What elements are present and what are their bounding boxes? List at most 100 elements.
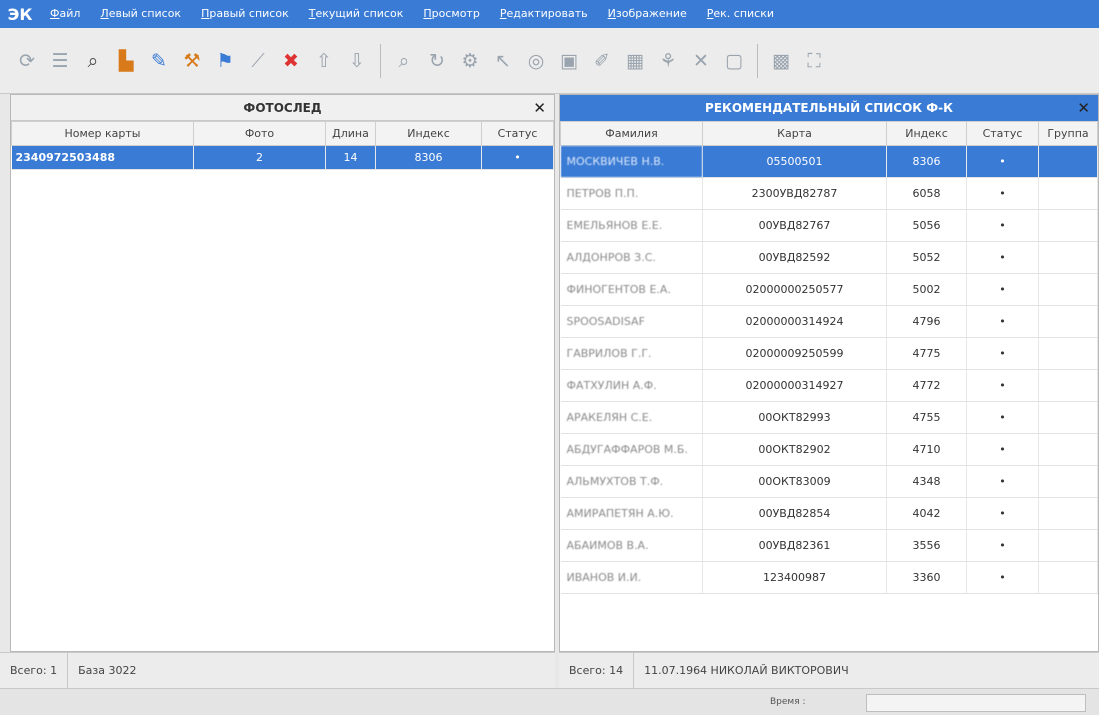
hammer-icon[interactable]: ⚒ xyxy=(177,46,207,76)
group-cell xyxy=(1038,177,1098,210)
table-row[interactable]: АЛДОНРОВ З.С. 00УВД82592 5052 • xyxy=(560,241,1098,274)
table-row[interactable]: АБДУГАФФАРОВ М.Б. 00ОКТ82902 4710 • xyxy=(560,433,1098,466)
card-cell: 00ОКТ82993 xyxy=(702,401,887,434)
table-row[interactable]: АРАКЕЛЯН С.Е. 00ОКТ82993 4755 • xyxy=(560,401,1098,434)
table-row[interactable]: 2340972503488 2 14 8306 • xyxy=(11,145,554,170)
menu-item-4[interactable]: Просмотр xyxy=(413,0,489,28)
index-cell: 5002 xyxy=(886,273,967,306)
index-cell: 5052 xyxy=(886,241,967,274)
card-cell: 00ОКТ82902 xyxy=(702,433,887,466)
table-row[interactable]: ФИНОГЕНТОВ Е.А. 02000000250577 5002 • xyxy=(560,273,1098,306)
cross-icon[interactable]: ✕ xyxy=(686,46,716,76)
table-row[interactable]: ФАТХУЛИН А.Ф. 02000000314927 4772 • xyxy=(560,369,1098,402)
group-cell xyxy=(1038,401,1098,434)
arrow-up-icon[interactable]: ⇧ xyxy=(309,46,339,76)
photo-trace-table: Номер карты Фото Длина Индекс Статус 2340972… xyxy=(11,121,554,170)
table-row[interactable]: ГАВРИЛОВ Г.Г. 02000009250599 4775 • xyxy=(560,337,1098,370)
expand-icon[interactable]: ⛶ xyxy=(799,46,829,76)
image-icon[interactable]: ▣ xyxy=(554,46,584,76)
index-cell: 4710 xyxy=(886,433,967,466)
table-row[interactable]: МОСКВИЧЕВ Н.В. 05500501 8306 • xyxy=(560,145,1098,178)
chart-icon[interactable]: ▙ xyxy=(111,46,141,76)
flag-icon[interactable]: ⚑ xyxy=(210,46,240,76)
index-cell: 6058 xyxy=(886,177,967,210)
menu-item-7[interactable]: Рек. списки xyxy=(697,0,784,28)
table-cell: 2 xyxy=(193,145,326,170)
status-cell: • xyxy=(966,561,1039,594)
grid-icon[interactable]: ▦ xyxy=(620,46,650,76)
menu-item-0[interactable]: Файл xyxy=(40,0,90,28)
delete-icon[interactable]: ✖ xyxy=(276,46,306,76)
tree-icon[interactable]: ⚘ xyxy=(653,46,683,76)
status-cell: • xyxy=(966,433,1039,466)
pattern-icon[interactable]: ▩ xyxy=(766,46,796,76)
card-cell: 02000009250599 xyxy=(702,337,887,370)
menu-item-6[interactable]: Изображение xyxy=(598,0,697,28)
surname-cell: АЛДОНРОВ З.С. xyxy=(560,241,703,274)
column-header[interactable]: Карта xyxy=(702,121,887,146)
status-cell: • xyxy=(966,529,1039,562)
close-icon[interactable]: ✕ xyxy=(533,95,546,121)
panel-title-right: РЕКОМЕНДАТЕЛЬНЫЙ СПИСОК Ф-К ✕ xyxy=(560,95,1098,121)
status-cell: • xyxy=(966,145,1039,178)
index-cell: 4796 xyxy=(886,305,967,338)
rotate-icon[interactable]: ↻ xyxy=(422,46,452,76)
surname-cell: ГАВРИЛОВ Г.Г. xyxy=(560,337,703,370)
table-cell: 8306 xyxy=(375,145,482,170)
refresh-icon[interactable]: ⟳ xyxy=(12,46,42,76)
column-header[interactable]: Статус xyxy=(966,121,1039,146)
group-cell xyxy=(1038,561,1098,594)
recommendation-table: Фамилия Карта Индекс Статус Группа МОСКВИЧЕВ… xyxy=(560,121,1098,594)
surname-cell: ПЕТРОВ П.П. xyxy=(560,177,703,210)
binoculars-icon[interactable]: ⌕ xyxy=(78,46,108,76)
bottom-bar: Время : xyxy=(0,688,1099,715)
group-cell xyxy=(1038,529,1098,562)
target-icon[interactable]: ◎ xyxy=(521,46,551,76)
panel-title-text: ФОТОСЛЕД xyxy=(243,101,322,115)
time-label: Время : xyxy=(770,697,806,707)
group-cell xyxy=(1038,369,1098,402)
menu-item-5[interactable]: Редактировать xyxy=(490,0,598,28)
table-row[interactable]: АБАИМОВ В.А. 00УВД82361 3556 • xyxy=(560,529,1098,562)
surname-cell: ФАТХУЛИН А.Ф. xyxy=(560,369,703,402)
close-icon[interactable]: ✕ xyxy=(1077,95,1090,121)
zoom-icon[interactable]: ⌕ xyxy=(389,46,419,76)
edit-icon[interactable]: ✎ xyxy=(144,46,174,76)
column-header[interactable]: Индекс xyxy=(886,121,967,146)
arrow-down-icon[interactable]: ⇩ xyxy=(342,46,372,76)
group-cell xyxy=(1038,273,1098,306)
column-header[interactable]: Длина xyxy=(325,121,376,146)
column-header[interactable]: Номер карты xyxy=(11,121,194,146)
card-cell: 00ОКТ83009 xyxy=(702,465,887,498)
column-header[interactable]: Статус xyxy=(481,121,554,146)
menu-item-1[interactable]: Левый список xyxy=(90,0,191,28)
base-label: База 3022 xyxy=(78,663,137,677)
column-header[interactable]: Фамилия xyxy=(560,121,703,146)
pointer-icon[interactable]: ↖ xyxy=(488,46,518,76)
table-row[interactable]: АЛЬМУХТОВ Т.Ф. 00ОКТ83009 4348 • xyxy=(560,465,1098,498)
app-logo: ЭК xyxy=(7,4,33,24)
table-row[interactable]: АМИРАПЕТЯН А.Ю. 00УВД82854 4042 • xyxy=(560,497,1098,530)
table-row[interactable]: SPOOSADISAF 02000000314924 4796 • xyxy=(560,305,1098,338)
column-header[interactable]: Фото xyxy=(193,121,326,146)
list-icon[interactable]: ☰ xyxy=(45,46,75,76)
brush-icon[interactable]: ✐ xyxy=(587,46,617,76)
table-row[interactable]: ЕМЕЛЬЯНОВ Е.Е. 00УВД82767 5056 • xyxy=(560,209,1098,242)
settings-icon[interactable]: ⚙ xyxy=(455,46,485,76)
status-cell: • xyxy=(966,337,1039,370)
table-row[interactable]: ИВАНОВ И.И. 123400987 3360 • xyxy=(560,561,1098,594)
toolbar-separator xyxy=(757,43,758,78)
column-header[interactable]: Индекс xyxy=(375,121,482,146)
column-header[interactable]: Группа xyxy=(1038,121,1098,146)
index-cell: 8306 xyxy=(886,145,967,178)
surname-cell: АМИРАПЕТЯН А.Ю. xyxy=(560,497,703,530)
table-row[interactable]: ПЕТРОВ П.П. 2300УВД82787 6058 • xyxy=(560,177,1098,210)
group-cell xyxy=(1038,209,1098,242)
card-cell: 00УВД82854 xyxy=(702,497,887,530)
menu-item-3[interactable]: Текущий список xyxy=(299,0,414,28)
group-cell xyxy=(1038,305,1098,338)
card-cell: 2300УВД82787 xyxy=(702,177,887,210)
frame-icon[interactable]: ▢ xyxy=(719,46,749,76)
menu-item-2[interactable]: Правый список xyxy=(191,0,299,28)
wand-icon[interactable]: ⟋ xyxy=(243,46,273,76)
